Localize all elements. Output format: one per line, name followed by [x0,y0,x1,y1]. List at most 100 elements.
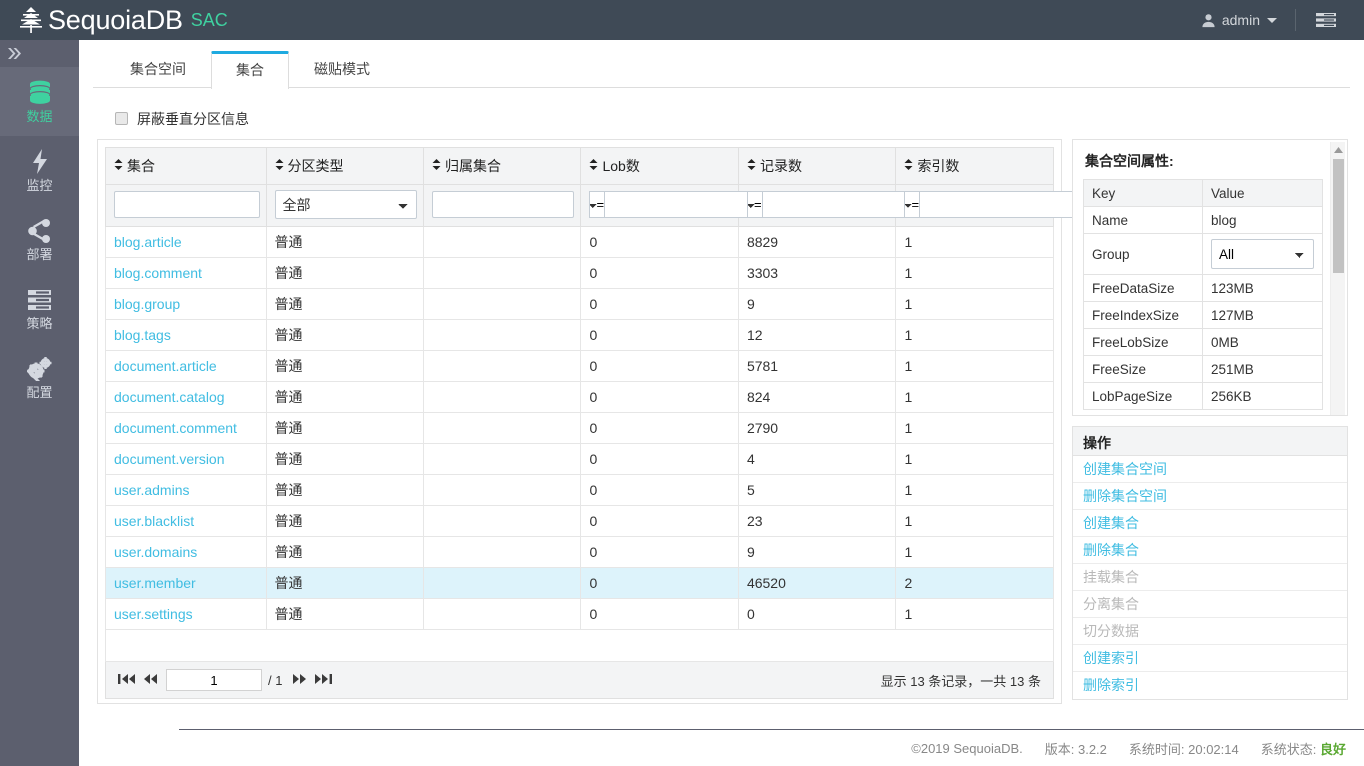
total-pages-label: / 1 [268,672,283,688]
page-number-input[interactable] [166,669,262,691]
double-chevron-right-icon[interactable] [0,40,79,67]
collections-table: 集合 分区类型 归属集合 Lob数 记录数 索引数 全部 = = = blog.… [105,147,1108,662]
operation-item[interactable]: 创建集合空间 [1073,456,1347,483]
column-header-owner[interactable]: 归属集合 [422,147,582,185]
sort-updown-icon [589,157,598,173]
cell-record-count: 5 [737,474,897,506]
brand-logo-area[interactable]: SequoiaDB SAC [0,0,228,40]
sidebar-item-deploy[interactable]: 部署 [0,205,79,274]
prev-page-icon[interactable] [139,673,162,688]
collection-link[interactable]: blog.article [114,234,182,250]
cell-record-count: 46520 [737,567,897,599]
operation-item[interactable]: 删除索引 [1073,672,1347,699]
table-row[interactable]: blog.group 普通 0 9 1 [105,288,1054,320]
sidebar-item-monitor[interactable]: 监控 [0,136,79,205]
hamburger-menu-icon[interactable] [1302,0,1350,40]
table-empty-cell [105,629,1054,662]
filter-cell-lob-count: = [580,184,793,227]
user-menu[interactable]: admin [1189,0,1289,40]
scrollbar-thumb[interactable] [1333,159,1344,273]
collection-link[interactable]: blog.comment [114,265,202,281]
filter-input-owner[interactable] [431,191,575,218]
tab-label: 集合 [236,62,264,78]
filter-operator-index-count[interactable]: = [904,191,920,218]
top-header-bar: SequoiaDB SAC admin [0,0,1364,40]
property-select-group[interactable]: All [1211,239,1314,269]
tab-collection[interactable]: 集合 [211,51,289,89]
table-row[interactable]: blog.article 普通 0 8829 1 [105,226,1054,258]
table-row[interactable]: user.blacklist 普通 0 23 1 [105,505,1054,537]
cell-owner [422,319,582,351]
cell-lob-count: 0 [580,443,739,475]
collection-link[interactable]: blog.tags [114,327,171,343]
operation-item[interactable]: 创建集合 [1073,510,1347,537]
collection-link[interactable]: user.member [114,575,196,591]
collection-link[interactable]: user.blacklist [114,513,194,529]
sort-updown-icon [747,157,756,173]
cell-index-count: 1 [895,598,1054,630]
column-header-collection[interactable]: 集合 [105,147,267,185]
operation-item[interactable]: 删除集合空间 [1073,483,1347,510]
left-sidebar: 数据 监控 部署 策略 配置 [0,40,79,766]
collection-link[interactable]: document.article [114,358,217,374]
cell-lob-count: 0 [580,598,739,630]
operation-item[interactable]: 创建索引 [1073,645,1347,672]
tab-collection-space[interactable]: 集合空间 [105,50,211,88]
filter-select-partition-type[interactable]: 全部 [274,190,417,219]
scroll-up-arrow-icon[interactable] [1331,142,1346,157]
filter-operator-group: = [746,191,950,218]
cell-record-count: 8829 [737,226,897,258]
last-page-icon[interactable] [311,673,336,688]
table-row[interactable]: user.settings 普通 0 0 1 [105,598,1054,630]
column-header-lob-count[interactable]: Lob数 [580,147,739,185]
table-row[interactable]: blog.comment 普通 0 3303 1 [105,257,1054,289]
table-row[interactable]: document.article 普通 0 5781 1 [105,350,1054,382]
cell-index-count: 1 [895,381,1054,413]
collection-space-properties-panel: 集合空间属性: Key Value Name blog Group All FreeDa… [1072,139,1348,416]
collection-link[interactable]: user.admins [114,482,189,498]
user-menu-label: admin [1221,12,1260,28]
cell-record-count: 9 [737,536,897,568]
cell-collection: document.version [105,443,267,475]
table-row[interactable]: document.version 普通 0 4 1 [105,443,1054,475]
properties-title: 集合空间属性: [1085,153,1174,169]
filter-operator-lob-count[interactable]: = [589,191,605,218]
collection-link[interactable]: document.comment [114,420,237,436]
collection-link[interactable]: user.domains [114,544,197,560]
table-row[interactable]: document.catalog 普通 0 824 1 [105,381,1054,413]
cell-record-count: 2790 [737,412,897,444]
table-row[interactable]: user.domains 普通 0 9 1 [105,536,1054,568]
cell-owner [422,567,582,599]
column-header-label: 归属集合 [444,158,501,174]
filter-operator-record-count[interactable]: = [746,191,762,218]
collection-link[interactable]: document.catalog [114,389,225,405]
table-row[interactable]: document.comment 普通 0 2790 1 [105,412,1054,444]
column-header-partition-type[interactable]: 分区类型 [265,147,424,185]
cell-lob-count: 0 [580,412,739,444]
cell-record-count: 9 [737,288,897,320]
operation-item[interactable]: 删除集合 [1073,537,1347,564]
list-bars-icon [27,287,52,313]
table-row[interactable]: blog.tags 普通 0 12 1 [105,319,1054,351]
scroll-down-arrow-icon[interactable] [1331,410,1346,415]
footer-system-status: 系统状态: 良好 [1261,739,1346,758]
table-row[interactable]: user.member 普通 0 46520 2 [105,567,1054,599]
mask-vertical-partition-checkbox[interactable] [115,112,128,125]
table-row[interactable]: user.admins 普通 0 5 1 [105,474,1054,506]
sidebar-item-config[interactable]: 配置 [0,343,79,412]
properties-scrollbar[interactable] [1330,142,1346,415]
collection-link[interactable]: blog.group [114,296,180,312]
collection-link[interactable]: user.settings [114,606,193,622]
filter-input-collection[interactable] [114,191,260,218]
column-header-record-count[interactable]: 记录数 [737,147,897,185]
sort-updown-icon [114,157,123,173]
sidebar-item-data[interactable]: 数据 [0,67,79,136]
collection-link[interactable]: document.version [114,451,225,467]
cell-record-count: 12 [737,319,897,351]
cell-index-count: 1 [895,505,1054,537]
first-page-icon[interactable] [114,673,139,688]
tab-tile-mode[interactable]: 磁贴模式 [289,50,395,88]
next-page-icon[interactable] [288,673,311,688]
column-header-index-count[interactable]: 索引数 [895,147,1054,185]
sidebar-item-policy[interactable]: 策略 [0,274,79,343]
